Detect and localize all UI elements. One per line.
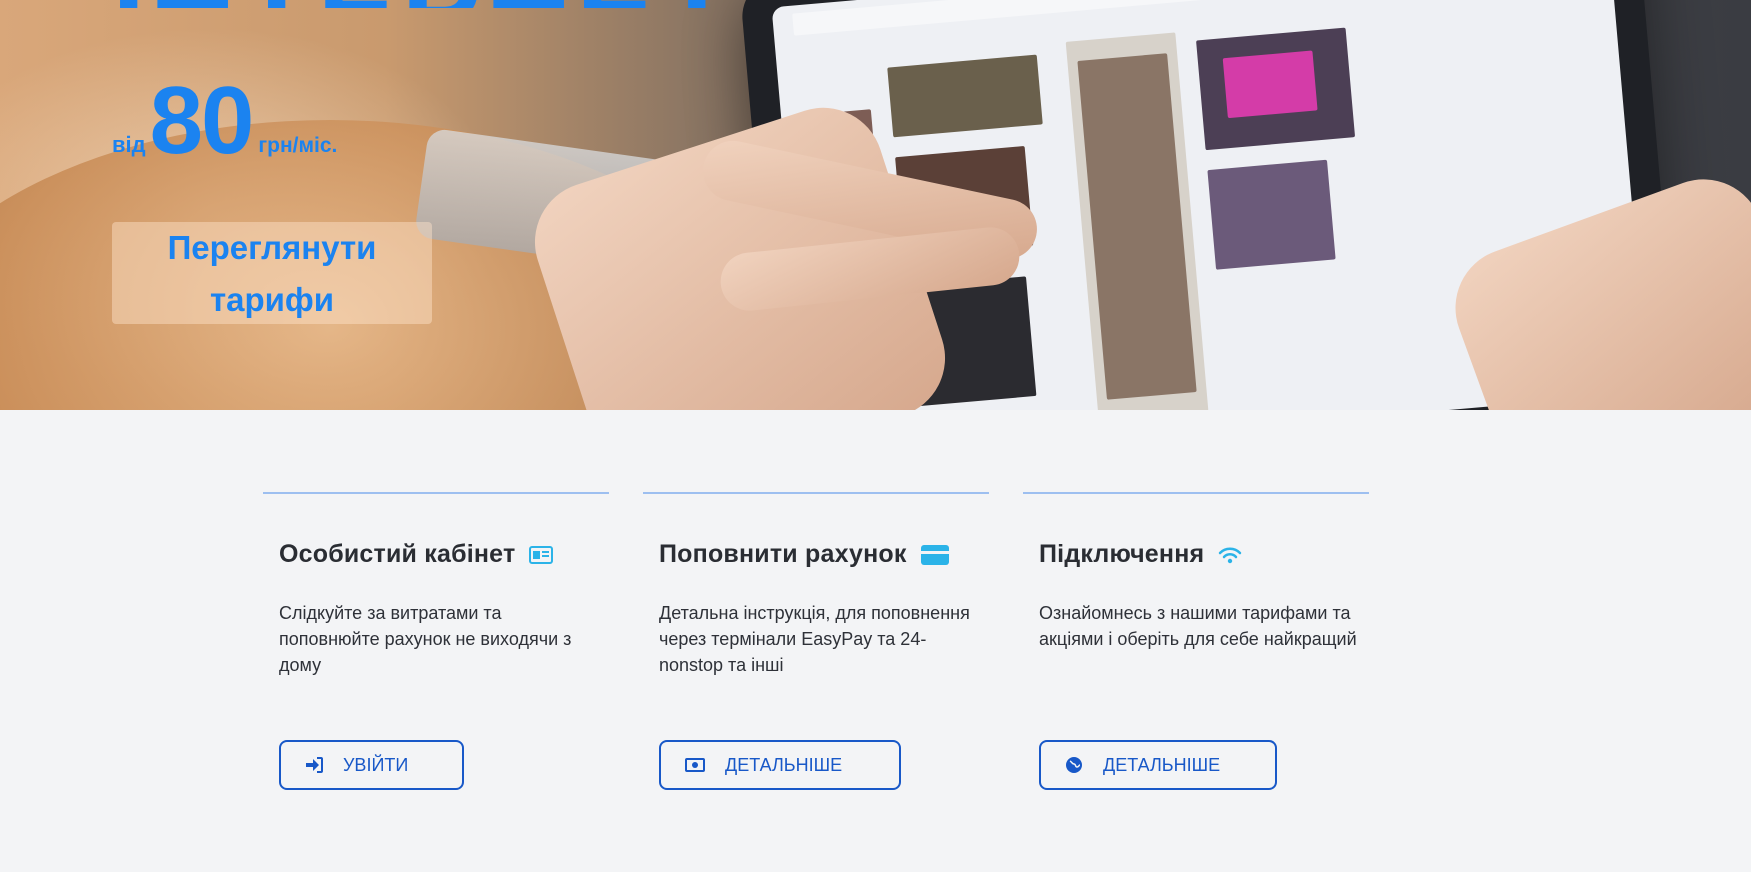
feature-card-connection: Підключення Ознайомнесь з нашими тарифам…: [1023, 492, 1369, 792]
card-divider: [1023, 492, 1369, 494]
login-button-label: УВІЙТИ: [343, 754, 409, 775]
globe-icon: [1065, 756, 1083, 774]
credit-card-icon: [920, 544, 949, 565]
id-card-icon: [529, 545, 554, 565]
money-bill-icon: [685, 758, 705, 772]
view-tariffs-label-line1: Переглянути: [167, 229, 377, 266]
sign-in-icon: [305, 757, 323, 773]
connection-details-label: ДЕТАЛЬНІШЕ: [1103, 754, 1221, 775]
topup-details-button[interactable]: ДЕТАЛЬНІШЕ: [659, 740, 901, 790]
price-unit: грн/міс.: [258, 134, 338, 158]
card-divider: [643, 492, 989, 494]
login-button[interactable]: УВІЙТИ: [279, 740, 464, 790]
hero-title: ІНТЕРНЕТ: [112, 0, 737, 8]
price-prefix: від: [112, 132, 146, 158]
hero-banner: ІНТЕРНЕТ від 80 грн/міс. Переглянути тар…: [0, 0, 1751, 410]
hero-price: від 80 грн/міс.: [112, 67, 338, 174]
price-amount: 80: [149, 67, 255, 174]
card-divider: [263, 492, 609, 494]
card-title: Поповнити рахунок: [659, 540, 907, 568]
card-title: Особистий кабінет: [279, 540, 516, 568]
card-description: Слідкуйте за витратами та поповнюйте рах…: [279, 603, 572, 675]
feature-card-account: Особистий кабінет Слідкуйте за витратами…: [263, 492, 609, 792]
features-section: Особистий кабінет Слідкуйте за витратами…: [263, 492, 1369, 792]
card-description: Детальна інструкція, для поповнення чере…: [659, 603, 970, 675]
card-description: Ознайомнесь з нашими тарифами та акціями…: [1039, 603, 1357, 649]
view-tariffs-button[interactable]: Переглянути тарифи: [112, 222, 432, 324]
topup-details-label: ДЕТАЛЬНІШЕ: [725, 754, 843, 775]
view-tariffs-label-line2: тарифи: [209, 281, 335, 318]
card-title: Підключення: [1039, 540, 1205, 568]
wifi-icon: [1218, 545, 1242, 565]
connection-details-button[interactable]: ДЕТАЛЬНІШЕ: [1039, 740, 1277, 790]
feature-card-topup: Поповнити рахунок Детальна інструкція, д…: [643, 492, 989, 792]
